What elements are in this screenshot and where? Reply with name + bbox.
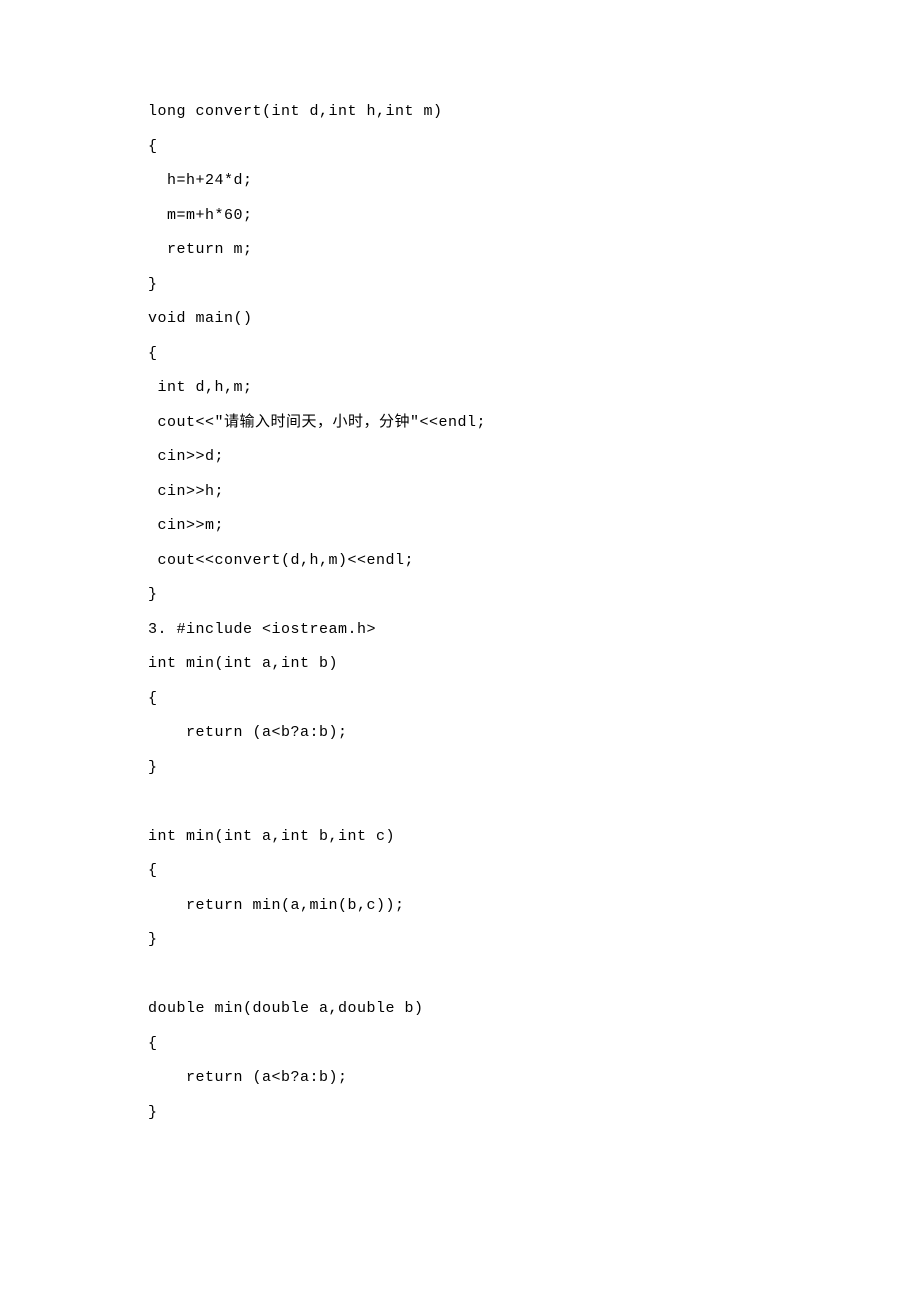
code-line: } [148,923,920,958]
code-line: return (a<b?a:b); [148,716,920,751]
code-line: int min(int a,int b) [148,647,920,682]
code-line: { [148,1027,920,1062]
code-line: return min(a,min(b,c)); [148,889,920,924]
code-line: cin>>d; [148,440,920,475]
code-line: return (a<b?a:b); [148,1061,920,1096]
code-line: { [148,682,920,717]
code-line: cout<<convert(d,h,m)<<endl; [148,544,920,579]
blank-line [148,785,920,820]
code-line: cin>>m; [148,509,920,544]
code-line: } [148,578,920,613]
code-line: { [148,854,920,889]
code-line: } [148,1096,920,1131]
code-line: m=m+h*60; [148,199,920,234]
code-line: } [148,268,920,303]
code-line: h=h+24*d; [148,164,920,199]
code-line: return m; [148,233,920,268]
code-line: long convert(int d,int h,int m) [148,95,920,130]
code-line: int min(int a,int b,int c) [148,820,920,855]
code-line: { [148,130,920,165]
code-line: } [148,751,920,786]
code-block: long convert(int d,int h,int m) { h=h+24… [148,95,920,1130]
code-line: 3. #include <iostream.h> [148,613,920,648]
code-line: double min(double a,double b) [148,992,920,1027]
code-line: cin>>h; [148,475,920,510]
code-line: cout<<"请输入时间天，小时，分钟"<<endl; [148,406,920,441]
code-line: void main() [148,302,920,337]
code-line: int d,h,m; [148,371,920,406]
code-line: { [148,337,920,372]
blank-line [148,958,920,993]
